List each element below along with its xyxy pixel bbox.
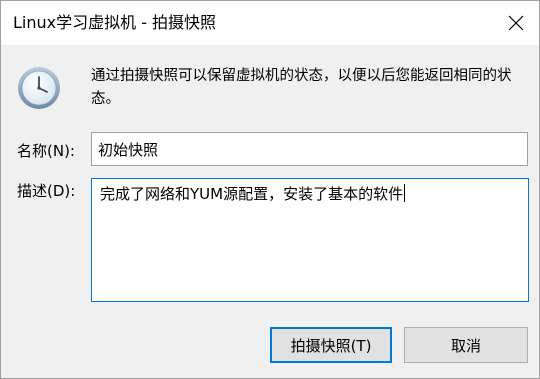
description-text: 完成了网络和YUM源配置，安装了基本的软件 <box>100 185 404 203</box>
snapshot-description-field[interactable]: 完成了网络和YUM源配置，安装了基本的软件 <box>91 178 529 302</box>
name-label: 名称(N): <box>17 142 75 160</box>
close-button[interactable] <box>493 1 539 45</box>
snapshot-name-field[interactable] <box>91 132 528 166</box>
snapshot-info-text: 通过拍摄快照可以保留虚拟机的状态，以便以后您能返回相同的状态。 <box>91 68 512 107</box>
title-bar: Linux学习虚拟机 - 拍摄快照 <box>1 1 539 45</box>
take-snapshot-dialog: Linux学习虚拟机 - 拍摄快照 通过拍摄快照可以保留虚拟机的状态，以便以后您… <box>0 0 540 379</box>
window-title: Linux学习虚拟机 - 拍摄快照 <box>13 13 217 32</box>
text-caret <box>404 184 406 202</box>
dialog-body: 通过拍摄快照可以保留虚拟机的状态，以便以后您能返回相同的状态。 名称(N): 描… <box>1 45 539 378</box>
cancel-button[interactable]: 取消 <box>404 327 528 363</box>
take-snapshot-button[interactable]: 拍摄快照(T) <box>270 327 392 363</box>
clock-icon <box>18 67 60 109</box>
description-label: 描述(D): <box>17 182 76 200</box>
close-icon <box>508 15 524 31</box>
